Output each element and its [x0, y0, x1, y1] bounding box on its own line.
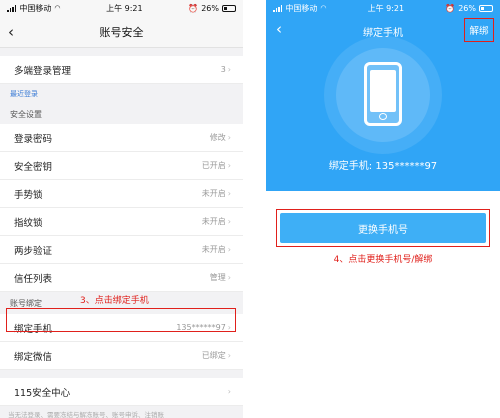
- alarm-icon: ⏰: [188, 3, 199, 13]
- bind-phone-highlight: [6, 308, 236, 332]
- carrier: 中国移动: [19, 3, 52, 13]
- row-security-center[interactable]: 115安全中心 ›: [0, 378, 243, 406]
- bind-phone-screen: 中国移动 ◠ 上午 9:21 ⏰ 26% ‹ 绑定手机 解绑 绑定手机: 135…: [266, 0, 500, 418]
- row-fingerprint-lock[interactable]: 指纹锁 未开启 ›: [0, 208, 243, 236]
- row-gesture-lock[interactable]: 手势锁 未开启 ›: [0, 180, 243, 208]
- chevron-right-icon: ›: [227, 189, 231, 198]
- row-trust-list[interactable]: 信任列表 管理 ›: [0, 264, 243, 292]
- row-multi-device-login[interactable]: 多端登录管理 3 ›: [0, 56, 243, 84]
- section-header-security: 安全设置: [10, 109, 42, 119]
- row-value: 未开启: [201, 217, 226, 226]
- status-bar: 中国移动 ◠ 上午 9:21 ⏰ 26%: [0, 0, 243, 16]
- chevron-left-icon[interactable]: ‹: [276, 20, 282, 38]
- page-title: 账号安全: [99, 25, 144, 39]
- carrier: 中国移动: [285, 3, 318, 13]
- change-phone-highlight: 更换手机号: [276, 209, 490, 247]
- chevron-right-icon: ›: [227, 245, 231, 254]
- chevron-right-icon: ›: [227, 217, 231, 226]
- wifi-icon: ◠: [320, 4, 327, 12]
- row-label: 两步验证: [14, 245, 53, 257]
- row-value: 未开启: [201, 189, 226, 198]
- row-label: 安全密钥: [14, 161, 53, 173]
- unbind-button[interactable]: 解绑: [464, 18, 494, 42]
- chevron-right-icon: ›: [227, 387, 231, 396]
- alarm-icon: ⏰: [445, 3, 456, 13]
- step4-annotation: 4、点击更换手机号/解绑: [333, 255, 433, 265]
- chevron-right-icon: ›: [227, 161, 231, 170]
- chevron-right-icon: ›: [227, 133, 231, 142]
- row-value: 管理: [209, 273, 226, 282]
- row-label: 绑定微信: [14, 351, 53, 363]
- row-label: 登录密码: [14, 133, 53, 145]
- row-label: 多端登录管理: [14, 65, 72, 77]
- clock: 上午 9:21: [106, 3, 143, 13]
- wifi-icon: ◠: [54, 4, 61, 12]
- signal-icon: [7, 4, 17, 12]
- clock: 上午 9:21: [367, 3, 405, 13]
- phone-icon: [364, 62, 402, 126]
- change-phone-button[interactable]: 更换手机号: [280, 213, 486, 243]
- row-value: 未开启: [201, 245, 226, 254]
- header-panel: 中国移动 ◠ 上午 9:21 ⏰ 26% ‹ 绑定手机 解绑 绑定手机: 135…: [266, 0, 500, 191]
- row-label: 手势锁: [14, 189, 43, 201]
- row-label: 指纹锁: [14, 217, 43, 229]
- battery-percent: 26%: [458, 3, 476, 13]
- row-two-step-verification[interactable]: 两步验证 未开启 ›: [0, 236, 243, 264]
- row-value: 已开启: [201, 161, 226, 170]
- battery-icon: [222, 4, 236, 12]
- chevron-right-icon: ›: [227, 351, 231, 360]
- account-security-screen: 中国移动 ◠ 上午 9:21 ⏰ 26% ‹ 账号安全 多端登录管理 3 › 最近…: [0, 0, 243, 418]
- row-value: 已绑定: [201, 351, 226, 360]
- battery-percent: 26%: [201, 3, 219, 13]
- chevron-right-icon: ›: [227, 65, 231, 74]
- row-label: 信任列表: [14, 273, 53, 285]
- nav-bar: ‹ 账号安全: [0, 16, 243, 48]
- row-value: 3: [220, 65, 226, 74]
- row-label: 115安全中心: [14, 387, 71, 399]
- footnote-text: 当无法登录、需要冻结与解冻账号、账号申诉、注销账: [8, 411, 164, 418]
- chevron-left-icon[interactable]: ‹: [8, 23, 14, 41]
- bound-phone-number: 绑定手机: 135******97: [328, 161, 438, 172]
- recent-login-link[interactable]: 最近登录: [0, 84, 243, 104]
- row-security-key[interactable]: 安全密钥 已开启 ›: [0, 152, 243, 180]
- signal-icon: [273, 4, 283, 12]
- battery-icon: [479, 4, 493, 12]
- row-value: 修改: [209, 133, 226, 142]
- row-bind-wechat[interactable]: 绑定微信 已绑定 ›: [0, 342, 243, 370]
- step3-annotation: 3、点击绑定手机: [80, 296, 149, 306]
- chevron-right-icon: ›: [227, 273, 231, 282]
- status-bar: 中国移动 ◠ 上午 9:21 ⏰ 26%: [266, 0, 500, 16]
- row-login-password[interactable]: 登录密码 修改 ›: [0, 124, 243, 152]
